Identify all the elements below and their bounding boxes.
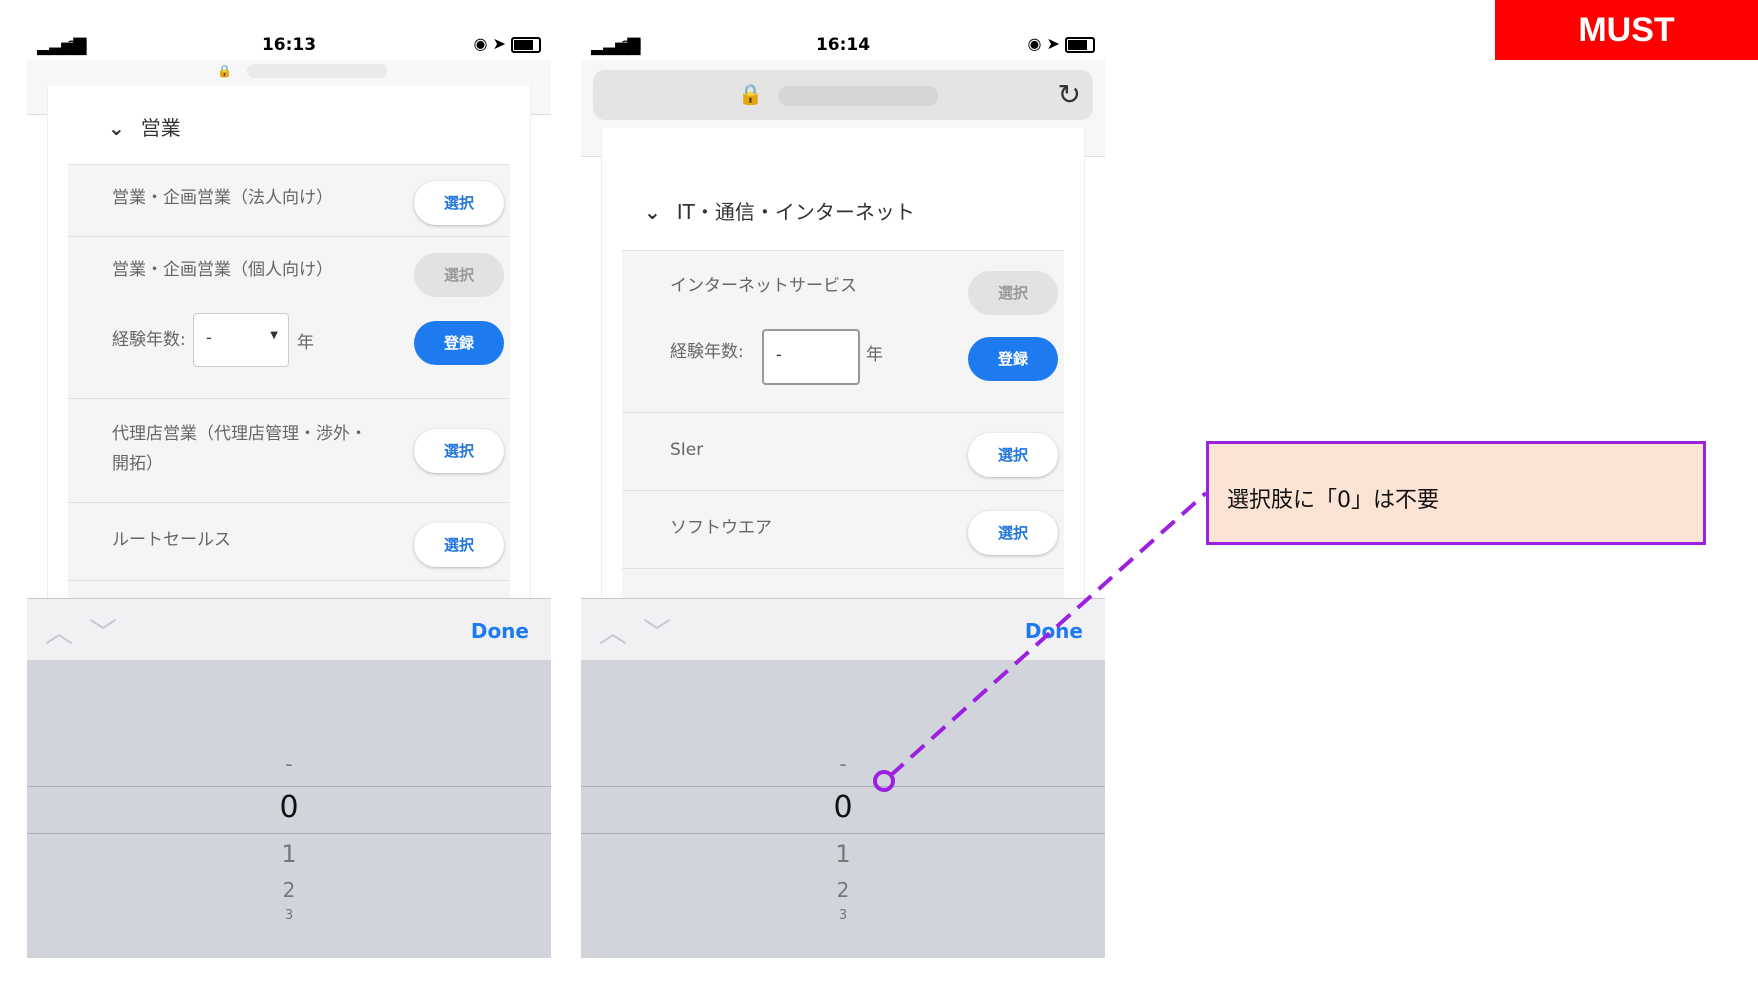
job-label: 代理店営業（代理店管理・渉外・ [112,424,367,444]
picker-option[interactable]: 2 [581,878,1105,902]
job-label-continued: 開拓） [112,454,163,474]
select-button[interactable]: 選択 [414,429,504,473]
status-icons: ◉ ➤ [473,34,541,53]
done-button[interactable]: Done [471,619,529,643]
job-label: SIer [670,440,704,460]
category-title: IT・通信・インターネット [676,200,915,224]
page-content: ⌄ IT・通信・インターネット インターネットサービス 選択 経験年数: - 年 … [601,128,1085,629]
experience-label: 経験年数: [112,330,186,350]
keyboard-toolbar: ︿﹀ Done [581,598,1105,661]
job-label: ルートセールス [112,530,231,550]
register-button[interactable]: 登録 [968,337,1058,381]
select-button[interactable]: 選択 [968,433,1058,477]
number-picker[interactable]: - 0 1 2 3 [27,660,551,958]
annotation-callout: 選択肢に「0」は不要 [1206,441,1706,545]
callout-text: 選択肢に「0」は不要 [1227,488,1439,513]
number-picker[interactable]: - 0 1 2 3 [581,660,1105,958]
chevron-down-icon: ⌄ [644,200,661,224]
prev-next-arrows-icon[interactable]: ︿﹀ [599,611,687,651]
prev-next-arrows-icon[interactable]: ︿﹀ [45,611,133,651]
register-button[interactable]: 登録 [414,321,504,365]
picker-option-selected[interactable]: 0 [27,790,551,825]
reload-icon[interactable]: ↻ [1058,78,1081,111]
job-row: ルートセールス 選択 [68,502,510,581]
picker-option[interactable]: 2 [27,878,551,902]
job-row: 代理店営業（代理店管理・渉外・ 開拓） 選択 [68,398,510,503]
picker-option[interactable]: 1 [581,840,1105,868]
dropdown-arrow-icon: ▼ [270,330,278,341]
clock-time: 16:13 [261,35,317,55]
experience-years-select-focused[interactable]: - [762,329,860,385]
picker-option-selected[interactable]: 0 [581,790,1105,825]
job-label: 営業・企画営業（個人向け） [112,260,333,280]
unit-label: 年 [297,333,314,353]
select-button[interactable]: 選択 [968,511,1058,555]
job-row: SIer 選択 [622,412,1064,491]
lock-icon: 🔒 [738,82,763,106]
battery-icon [1065,36,1095,53]
job-label: 営業・企画営業（法人向け） [112,188,333,208]
url-blurred [247,64,387,78]
battery-icon [511,36,541,53]
experience-value: - [206,328,212,347]
keyboard-toolbar: ︿﹀ Done [27,598,551,661]
page-content: ⌄ 営業 営業・企画営業（法人向け） 選択 営業・企画営業（個人向け） 選択 経験… [47,86,531,641]
status-bar: ▂▃▅▇ au 16:14 ◉ ➤ [581,30,1105,60]
unit-label: 年 [866,345,883,365]
clock-time: 16:14 [815,35,871,55]
select-button-disabled: 選択 [968,271,1058,315]
category-header[interactable]: ⌄ IT・通信・インターネット [644,196,1064,225]
picker-option[interactable]: 3 [581,908,1105,923]
category-title: 営業 [140,116,181,140]
select-button[interactable]: 選択 [414,523,504,567]
job-label: ソフトウエア [670,518,772,538]
lock-icon: 🔒 [217,64,232,78]
picker-option[interactable]: - [581,752,1105,776]
job-row-expanded: インターネットサービス 選択 経験年数: - 年 登録 [622,250,1064,413]
experience-label: 経験年数: [670,342,744,362]
left-phone-screen: ▂▃▅▇ au 16:13 ◉ ➤ 🔒 ⌄ 営業 営業・企画営業（法人向け） 選択… [27,30,551,958]
picker-option[interactable]: 3 [27,908,551,923]
job-row: 営業・企画営業（法人向け） 選択 [68,164,510,237]
chevron-down-icon: ⌄ [108,116,125,140]
picker-option[interactable]: - [27,752,551,776]
job-label: インターネットサービス [670,276,857,296]
right-phone-screen: ▂▃▅▇ au 16:14 ◉ ➤ 🔒 ↻ ⌄ IT・通信・インターネット インタ… [581,30,1105,958]
status-bar: ▂▃▅▇ au 16:13 ◉ ➤ [27,30,551,60]
job-row-expanded: 営業・企画営業（個人向け） 選択 経験年数: - ▼ 年 登録 [68,236,510,399]
url-blurred [778,86,938,106]
status-icons: ◉ ➤ [1027,34,1095,53]
picker-option[interactable]: 1 [27,840,551,868]
done-button[interactable]: Done [1025,619,1083,643]
job-row: ソフトウエア 選択 [622,490,1064,569]
category-header[interactable]: ⌄ 営業 [108,112,510,141]
select-button[interactable]: 選択 [414,181,504,225]
experience-value: - [776,345,782,364]
url-field[interactable]: 🔒 ↻ [593,70,1093,120]
experience-years-select[interactable]: - ▼ [193,313,289,367]
select-button-disabled: 選択 [414,253,504,297]
must-badge: MUST [1495,0,1758,60]
